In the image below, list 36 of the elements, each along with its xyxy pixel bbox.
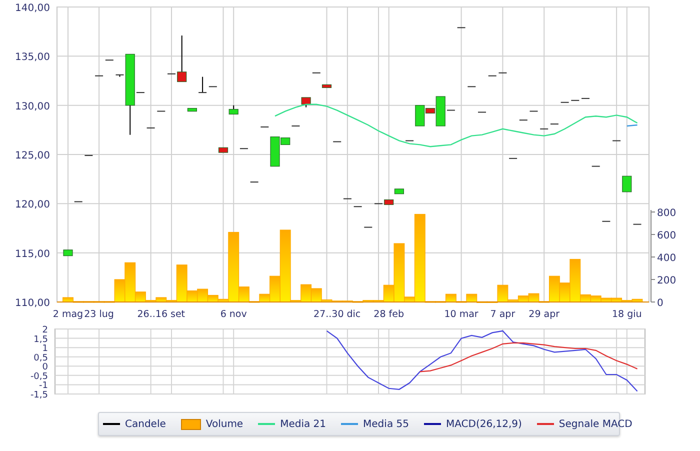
- legend-label: Media 21: [280, 418, 326, 430]
- legend-label: Segnale MACD: [558, 418, 632, 430]
- axis-label: 125,00: [15, 150, 50, 162]
- axis-label: 115,00: [15, 248, 50, 260]
- axis-label: 1,5: [34, 334, 48, 345]
- axis-label: 800: [657, 208, 676, 219]
- axis-label: 120,00: [15, 200, 50, 211]
- axis-label: 0: [657, 298, 664, 309]
- axis-label: -1,5: [30, 390, 48, 400]
- axis-label: 6 nov: [220, 309, 247, 320]
- axis-label: 23 lug: [84, 309, 114, 320]
- axis-label: 2: [42, 326, 48, 336]
- axis-label: 400: [657, 253, 676, 264]
- axis-label: 10 mar: [444, 309, 478, 320]
- axis-label: 18 giu: [612, 309, 642, 320]
- legend-label: Volume: [206, 418, 244, 430]
- axis-label: -1: [39, 381, 48, 392]
- axis-label: 0: [42, 362, 48, 373]
- axis-label: 140,00: [15, 3, 50, 14]
- legend-label: Media 55: [363, 418, 409, 430]
- axis-label: -0,5: [30, 372, 48, 382]
- axis-label: 26..16 set: [137, 309, 186, 320]
- legend-label: MACD(26,12,9): [446, 418, 522, 430]
- axis-label: 1: [42, 344, 48, 354]
- axis-label: 110,00: [15, 298, 50, 309]
- axis-label: 600: [657, 230, 676, 242]
- axis-label: 27..30 dic: [314, 309, 361, 320]
- axis-label: 135,00: [15, 52, 50, 64]
- axis-label: 28 feb: [374, 309, 404, 320]
- axis-label: 7 apr: [490, 309, 516, 320]
- legend-label: Candele: [125, 418, 166, 430]
- axis-label: 2 mag: [52, 309, 84, 320]
- axis-label: 200: [657, 276, 676, 286]
- axis-label: 130,00: [15, 101, 50, 112]
- axis-label: 0,5: [34, 353, 48, 364]
- axis-label: 29 apr: [528, 309, 560, 320]
